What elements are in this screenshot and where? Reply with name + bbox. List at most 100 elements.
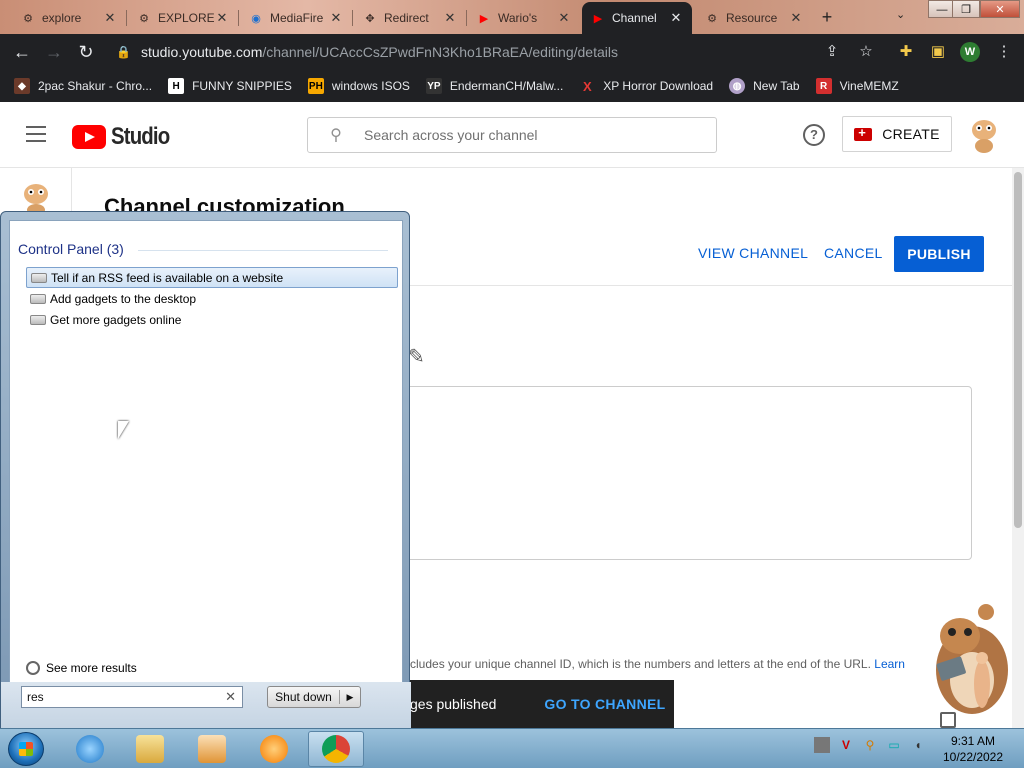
lock-icon: 🔒 (116, 45, 131, 59)
new-tab-button[interactable]: + (816, 6, 838, 28)
close-tab-icon[interactable]: ✕ (328, 10, 344, 26)
maximize-icon[interactable]: ❐ (952, 0, 980, 18)
bookmark-icon: ◆ (14, 78, 30, 94)
tray-network-icon[interactable]: ▭ (886, 737, 902, 753)
taskbar-item-media-player[interactable] (184, 731, 240, 767)
shut-down-button[interactable]: Shut down ▶ (267, 686, 361, 708)
learn-more-link[interactable]: Learn (874, 657, 905, 671)
studio-logo[interactable]: Studio (72, 123, 180, 151)
clear-search-icon[interactable]: ✕ (225, 687, 236, 707)
cancel-button[interactable]: CANCEL (824, 245, 883, 261)
create-button[interactable]: CREATE (842, 116, 952, 152)
address-bar[interactable]: 🔒 studio.youtube.com /channel/UCAccCsZPw… (110, 38, 850, 66)
kebab-menu-icon[interactable]: ⋮ (994, 42, 1014, 62)
back-icon[interactable]: ← (10, 40, 34, 64)
tab-divider (238, 10, 239, 26)
search-result-item[interactable]: Get more gadgets online (26, 309, 398, 330)
mouse-cursor-icon (118, 421, 129, 439)
tab-divider (352, 10, 353, 26)
youtube-logo-icon (72, 125, 106, 149)
close-tab-icon[interactable]: ✕ (788, 10, 804, 26)
shut-down-options-icon[interactable]: ▶ (340, 692, 360, 703)
browser-tab[interactable]: ◉ MediaFire ✕ (240, 2, 352, 34)
bookmark-item[interactable]: ◆ 2pac Shakur - Chro... (14, 78, 152, 94)
close-tab-icon[interactable]: ✕ (214, 10, 230, 26)
media-player-icon (198, 735, 226, 763)
result-label: Get more gadgets online (50, 312, 182, 327)
close-tab-icon[interactable]: ✕ (102, 10, 118, 26)
publish-button[interactable]: PUBLISH (894, 236, 984, 272)
search-result-item[interactable]: Tell if an RSS feed is available on a we… (26, 267, 398, 288)
system-clock[interactable]: 9:31 AM 10/22/2022 (940, 733, 1006, 765)
bookmarks-bar: ◆ 2pac Shakur - Chro... H FUNNY SNIPPIES… (0, 70, 1024, 102)
forward-icon[interactable]: → (42, 40, 66, 64)
bookmark-label: windows ISOS (331, 79, 410, 93)
close-tab-icon[interactable]: ✕ (668, 10, 684, 26)
taskbar-item-explorer[interactable] (122, 731, 178, 767)
browser-tab-active[interactable]: ▶ Channel ✕ (582, 2, 692, 34)
edit-pencil-icon[interactable]: ✎ (408, 344, 425, 369)
browser-tab-strip: ⚙ explore ✕ ⚙ EXPLORE ✕ ◉ MediaFire ✕ ✥ … (0, 0, 1024, 34)
tray-antivirus-icon[interactable]: V (838, 737, 854, 753)
taskbar: V ⚲ ▭ ◖ 9:31 AM 10/22/2022 (0, 728, 1024, 768)
browser-tab[interactable]: ▶ Wario's ✕ (468, 2, 580, 34)
menu-icon[interactable] (26, 126, 46, 142)
start-menu: Control Panel (3) Tell if an RSS feed is… (0, 211, 411, 728)
search-icon: ⚲ (330, 127, 342, 144)
see-more-results-link[interactable]: See more results (26, 661, 137, 675)
results-group-header[interactable]: Control Panel (3) (18, 241, 388, 257)
tray-volume-icon[interactable]: ◖ (910, 737, 926, 753)
account-avatar[interactable] (966, 116, 1002, 154)
search-result-item[interactable]: Add gadgets to the desktop (26, 288, 398, 309)
bookmark-item[interactable]: R VineMEMZ (815, 78, 899, 94)
browser-tab[interactable]: ✥ Redirect ✕ (354, 2, 466, 34)
url-help-text: cludes your unique channel ID, which is … (410, 657, 871, 671)
search-value: res (27, 690, 44, 704)
tray-app-icon[interactable] (814, 737, 830, 753)
description-textarea[interactable] (380, 386, 972, 560)
bookmark-item[interactable]: H FUNNY SNIPPIES (168, 78, 292, 94)
start-button[interactable] (8, 732, 44, 766)
search-icon (26, 661, 40, 675)
browser-tab[interactable]: ⚙ explore ✕ (12, 2, 126, 34)
side-panel-icon[interactable]: ▣ (928, 42, 948, 62)
share-icon[interactable]: ⇪ (822, 42, 842, 62)
tab-search-icon[interactable]: ⌄ (896, 8, 905, 21)
close-tab-icon[interactable]: ✕ (442, 10, 458, 26)
studio-header: Studio ⚲ ? CREATE (0, 102, 1024, 168)
scrollbar-thumb[interactable] (1014, 172, 1022, 528)
video-camera-icon (854, 125, 873, 141)
h-icon: H (168, 78, 185, 94)
view-channel-button[interactable]: VIEW CHANNEL (698, 245, 808, 261)
ph-icon: PH (307, 78, 324, 94)
tray-search-icon[interactable]: ⚲ (862, 737, 878, 753)
channel-search[interactable]: ⚲ (307, 117, 717, 153)
browser-tab[interactable]: ⚙ Resource ✕ (696, 2, 812, 34)
bookmark-item[interactable]: YP EndermanCH/Malw... (425, 78, 564, 94)
mediafire-icon: ◉ (251, 12, 261, 25)
channel-url-help: cludes your unique channel ID, which is … (410, 657, 905, 671)
tab-divider (466, 10, 467, 26)
browser-tab[interactable]: ⚙ EXPLORE ✕ (128, 2, 238, 34)
taskbar-item-uc-browser[interactable] (246, 731, 302, 767)
bookmark-item[interactable]: PH windows ISOS (307, 78, 410, 94)
close-tab-icon[interactable]: ✕ (556, 10, 572, 26)
tab-title: explore (42, 11, 82, 25)
bookmark-item[interactable]: X XP Horror Download (579, 78, 713, 94)
help-icon[interactable]: ? (803, 124, 825, 146)
bookmark-star-icon[interactable]: ☆ (856, 42, 876, 62)
taskbar-item-internet-explorer[interactable] (62, 731, 118, 767)
taskbar-item-chrome[interactable] (308, 731, 364, 767)
gear-icon: ⚙ (707, 12, 717, 25)
tab-title: MediaFire (270, 11, 324, 25)
bookmark-item[interactable]: ◍ New Tab (729, 78, 800, 94)
close-window-icon[interactable]: ✕ (980, 0, 1020, 18)
go-to-channel-button[interactable]: GO TO CHANNEL (544, 696, 665, 712)
search-input[interactable] (364, 127, 704, 143)
profile-avatar[interactable]: W (960, 42, 980, 62)
start-search-input[interactable]: res ✕ (21, 686, 243, 708)
result-label: Tell if an RSS feed is available on a we… (51, 270, 284, 285)
reload-icon[interactable]: ↻ (74, 40, 98, 64)
extensions-icon[interactable]: ✚ (896, 42, 916, 62)
bookmark-label: EndermanCH/Malw... (449, 79, 564, 93)
